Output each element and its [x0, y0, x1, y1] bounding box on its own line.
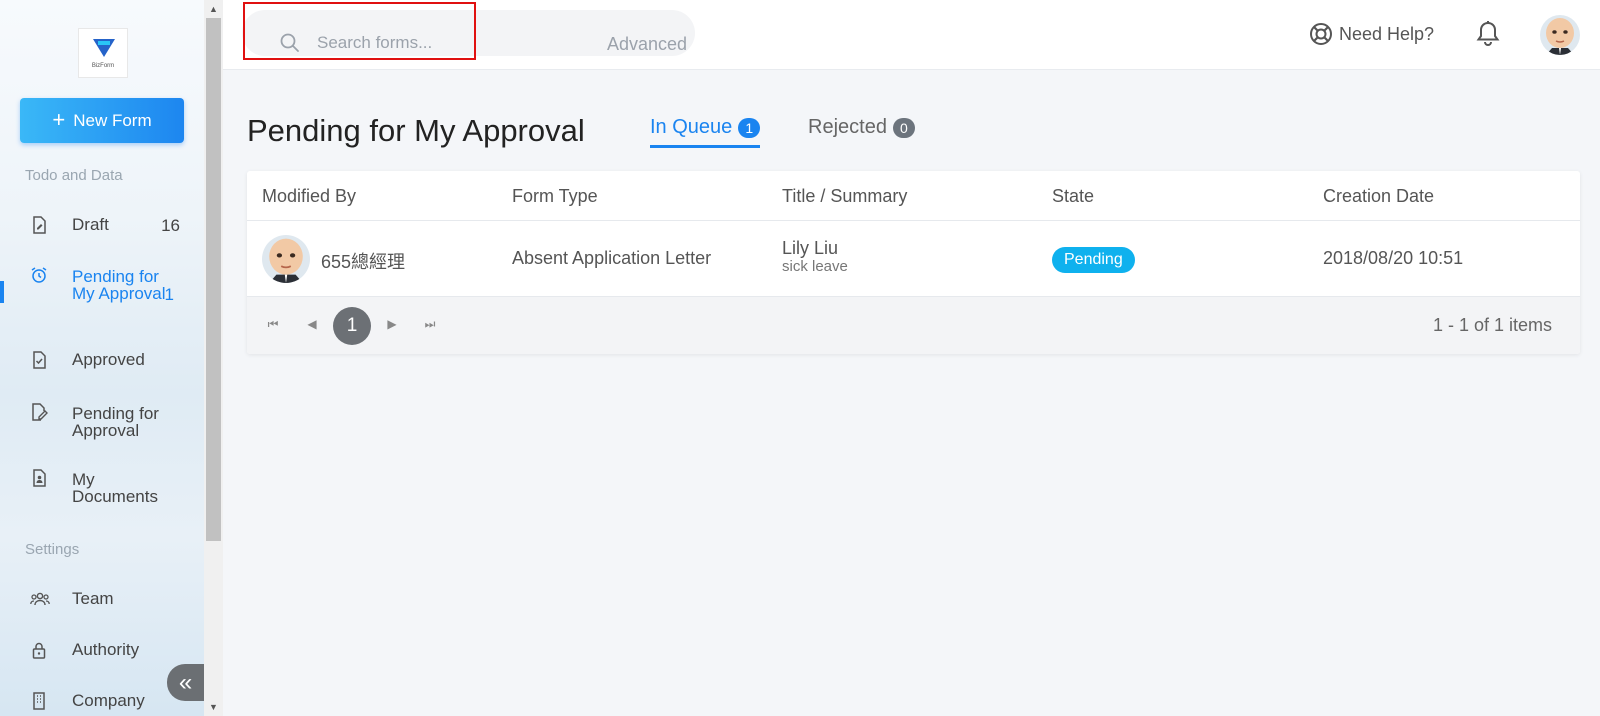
section-todo-and-data: Todo and Data: [25, 167, 123, 184]
page-title: Pending for My Approval: [247, 113, 585, 148]
row-avatar: [262, 235, 310, 283]
cell-form-type: Absent Application Letter: [512, 248, 712, 268]
table-row[interactable]: 655總經理 Absent Application Letter Lily Li…: [247, 221, 1580, 297]
sidebar-item-pending-for-approval[interactable]: Pending for Approval: [0, 401, 200, 441]
user-doc-icon: [33, 469, 46, 487]
lock-icon: [32, 642, 46, 659]
sidebar-item-authority[interactable]: Authority: [0, 639, 200, 661]
lifebuoy-icon: [1310, 23, 1332, 45]
new-form-button[interactable]: + New Form: [20, 98, 184, 143]
search-bar: Advanced: [242, 10, 695, 57]
draft-icon: [33, 216, 46, 234]
double-chevron-left-icon: «: [178, 668, 193, 696]
sidebar-item-label: Pending for Approval: [72, 404, 159, 440]
pagination-info: 1 - 1 of 1 items: [1432, 315, 1552, 335]
edit-doc-icon: [32, 403, 48, 421]
new-form-label: New Form: [73, 110, 152, 130]
table-header: Modified By Form Type Title / Summary St…: [247, 171, 1580, 221]
next-page-icon[interactable]: ▶: [383, 317, 401, 331]
sidebar-scrollbar[interactable]: ▲ ▼: [204, 0, 223, 716]
bell-icon[interactable]: [1475, 20, 1501, 48]
alarm-clock-icon: [31, 267, 47, 283]
cell-modified-by: 655總經理: [321, 252, 406, 272]
collapse-sidebar-button[interactable]: «: [167, 664, 204, 701]
team-icon: [30, 592, 50, 606]
last-page-icon[interactable]: ⏭: [421, 317, 439, 332]
sidebar-item-label: My Documents: [72, 470, 158, 506]
previous-page-icon[interactable]: ◀: [303, 317, 321, 331]
sidebar-item-label: Company: [72, 691, 145, 710]
tab-count-badge: 1: [738, 117, 761, 138]
tab-label: Rejected: [808, 116, 887, 138]
sidebar-item-approved[interactable]: Approved: [0, 349, 200, 371]
sidebar-item-label: Pending for My Approval: [72, 267, 166, 303]
sidebar-item-my-documents[interactable]: My Documents: [0, 467, 200, 507]
avatar-face-icon: [262, 235, 310, 283]
tab-label: In Queue: [650, 116, 733, 138]
scroll-up-arrow-icon[interactable]: ▲: [204, 0, 223, 18]
status-badge: Pending: [1052, 247, 1135, 273]
tab-in-queue[interactable]: In Queue 1: [650, 116, 761, 148]
sidebar-item-label: Approved: [72, 350, 145, 369]
user-avatar[interactable]: [1540, 15, 1580, 55]
section-settings: Settings: [25, 541, 80, 558]
sidebar-item-count: 1: [164, 285, 174, 304]
search-icon[interactable]: [279, 32, 301, 54]
tab-rejected[interactable]: Rejected 0: [808, 116, 915, 139]
top-bar: Advanced Need Help?: [223, 0, 1600, 70]
logo-text: BizForm: [91, 63, 115, 69]
sidebar-item-draft[interactable]: Draft 16: [0, 214, 200, 236]
bizform-logo[interactable]: BizForm: [78, 28, 128, 78]
tab-count-badge: 0: [892, 117, 915, 138]
sidebar-item-count: 16: [161, 216, 180, 235]
column-header-form-type[interactable]: Form Type: [512, 186, 598, 207]
need-help-button[interactable]: Need Help?: [1309, 20, 1434, 48]
column-header-creation-date[interactable]: Creation Date: [1323, 186, 1434, 207]
approved-doc-icon: [33, 351, 46, 369]
building-icon: [33, 692, 45, 710]
need-help-label: Need Help?: [1339, 23, 1435, 44]
sidebar: BizForm + New Form Todo and Data Draft 1…: [0, 0, 204, 716]
cell-summary: sick leave: [782, 258, 848, 275]
cell-creation-date: 2018/08/20 10:51: [1323, 248, 1464, 268]
current-page-button[interactable]: 1: [333, 307, 371, 345]
sidebar-item-pending-for-my-approval[interactable]: Pending for My Approval 1: [0, 266, 200, 322]
advanced-search-link[interactable]: Advanced: [607, 34, 687, 55]
search-input[interactable]: [317, 29, 487, 57]
pagination-bar: ⏮ ◀ 1 ▶ ⏭ 1 - 1 of 1 items: [247, 297, 1580, 354]
sidebar-item-label: Authority: [72, 640, 140, 659]
column-header-modified-by[interactable]: Modified By: [262, 186, 356, 207]
plus-icon: +: [52, 106, 66, 132]
sidebar-item-label: Draft: [72, 215, 109, 234]
sidebar-item-label: Team: [72, 589, 114, 608]
first-page-icon[interactable]: ⏮: [264, 317, 282, 332]
cell-title: Lily Liu: [782, 238, 839, 258]
column-header-title-summary[interactable]: Title / Summary: [782, 186, 907, 207]
approval-table: Modified By Form Type Title / Summary St…: [247, 171, 1580, 354]
column-header-state[interactable]: State: [1052, 186, 1094, 207]
sidebar-item-team[interactable]: Team: [0, 588, 200, 610]
avatar-face-icon: [1540, 15, 1580, 55]
scrollbar-thumb[interactable]: [206, 18, 221, 541]
scroll-down-arrow-icon[interactable]: ▼: [204, 698, 223, 716]
